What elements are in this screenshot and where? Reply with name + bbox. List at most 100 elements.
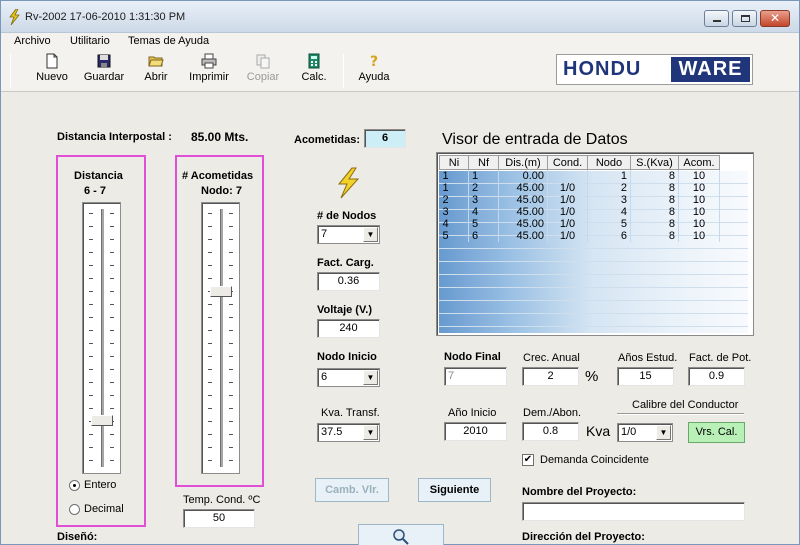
chevron-down-icon[interactable]: ▼ xyxy=(363,425,378,440)
logo-text-ware: WARE xyxy=(671,57,750,82)
guardar-button[interactable]: Guardar xyxy=(81,53,127,89)
cell-nodo: 6 xyxy=(587,230,631,242)
slider-tick xyxy=(208,213,212,214)
siguiente-button[interactable]: Siguiente xyxy=(418,478,491,502)
table-row[interactable]: 4 5 45.00 1/0 5 8 10 xyxy=(439,218,720,230)
slider-tick xyxy=(110,213,114,214)
chevron-down-icon[interactable]: ▼ xyxy=(656,425,671,440)
slider-tick xyxy=(89,239,93,240)
dem-abon-field[interactable]: 0.8 xyxy=(522,422,579,441)
column-header[interactable]: Nodo xyxy=(587,155,631,170)
ano-inicio-field[interactable]: 2010 xyxy=(444,422,507,441)
imprimir-button[interactable]: Imprimir xyxy=(184,53,234,89)
chevron-down-icon[interactable]: ▼ xyxy=(363,370,378,385)
visor-grid[interactable]: Ni Nf Dis.(m) Cond. Nodo S.(Kva) Acom. 1… xyxy=(436,152,754,336)
acometidas-panel-title: # Acometidas xyxy=(182,170,254,182)
copiar-button[interactable]: Copiar xyxy=(240,53,286,89)
cell-ni: 3 xyxy=(439,206,469,218)
nodo-inicio-select[interactable]: 6 ▼ xyxy=(317,368,380,387)
nombre-proyecto-field[interactable] xyxy=(522,502,745,521)
vrs-cal-button[interactable]: Vrs. Cal. xyxy=(688,422,745,443)
slider-tick xyxy=(89,369,93,370)
kva-transf-select[interactable]: 37.5 ▼ xyxy=(317,423,380,442)
voltaje-field[interactable]: 240 xyxy=(317,319,380,338)
slider-tick xyxy=(110,356,114,357)
acometidas-slider[interactable] xyxy=(201,202,240,474)
visor-table: Ni Nf Dis.(m) Cond. Nodo S.(Kva) Acom. 1… xyxy=(439,155,720,242)
nuevo-button[interactable]: Nuevo xyxy=(29,53,75,89)
slider-tick xyxy=(208,356,212,357)
close-button[interactable]: ✕ xyxy=(760,10,790,27)
column-header[interactable]: Dis.(m) xyxy=(498,155,548,170)
nodo-final-field: 7 xyxy=(444,367,507,386)
chevron-down-icon[interactable]: ▼ xyxy=(363,227,378,242)
nodos-value: 7 xyxy=(321,228,328,240)
acometidas-field[interactable]: 6 xyxy=(364,129,406,148)
slider-tick xyxy=(110,304,114,305)
cell-kva: 8 xyxy=(630,194,679,206)
temp-label: Temp. Cond. ºC xyxy=(183,494,261,506)
distancia-slider-thumb[interactable] xyxy=(91,415,113,426)
decimal-radio[interactable] xyxy=(69,504,80,515)
fact-pot-field[interactable]: 0.9 xyxy=(688,367,745,386)
calc-button[interactable]: Calc. xyxy=(291,53,337,89)
slider-tick xyxy=(229,239,233,240)
table-row[interactable]: 3 4 45.00 1/0 4 8 10 xyxy=(439,206,720,218)
column-header[interactable]: S.(Kva) xyxy=(630,155,679,170)
cell-nodo: 3 xyxy=(587,194,631,206)
slider-tick xyxy=(229,304,233,305)
diseno-label: Diseñó: xyxy=(57,531,98,543)
column-header[interactable]: Nf xyxy=(468,155,499,170)
entero-radio[interactable] xyxy=(69,480,80,491)
table-row[interactable]: 1 1 0.00 1 8 10 xyxy=(439,169,720,182)
abrir-button[interactable]: Abrir xyxy=(133,53,179,89)
cell-dis: 45.00 xyxy=(498,206,548,218)
nodo-inicio-value: 6 xyxy=(321,371,328,383)
camb-vlr-button[interactable]: Camb. Vlr. xyxy=(315,478,389,502)
slider-tick xyxy=(110,343,114,344)
minimize-button[interactable] xyxy=(704,10,729,27)
table-row[interactable]: 5 6 45.00 1/0 6 8 10 xyxy=(439,230,720,242)
ayuda-button[interactable]: ? Ayuda xyxy=(351,53,397,89)
slider-tick xyxy=(208,343,212,344)
anos-estud-field[interactable]: 15 xyxy=(617,367,674,386)
table-row[interactable]: 1 2 45.00 1/0 2 8 10 xyxy=(439,182,720,194)
fact-carg-field[interactable]: 0.36 xyxy=(317,272,380,291)
cell-acom: 10 xyxy=(678,218,720,230)
cell-cond xyxy=(547,169,588,182)
menu-archivo[interactable]: Archivo xyxy=(14,35,51,47)
calibre-select[interactable]: 1/0 ▼ xyxy=(617,423,673,442)
title-bar: Rv-2002 17-06-2010 1:31:30 PM ✕ xyxy=(1,1,799,33)
cell-acom: 10 xyxy=(678,182,720,194)
cell-nf: 5 xyxy=(468,218,499,230)
table-row[interactable]: 2 3 45.00 1/0 3 8 10 xyxy=(439,194,720,206)
column-header[interactable]: Acom. xyxy=(678,155,720,170)
temp-field[interactable]: 50 xyxy=(183,509,255,528)
nodos-label: # de Nodos xyxy=(317,210,377,222)
demanda-checkbox[interactable]: ✔ xyxy=(522,454,534,466)
maximize-button[interactable] xyxy=(732,10,757,27)
acometidas-slider-thumb[interactable] xyxy=(210,286,232,297)
nodo-final-label: Nodo Final xyxy=(444,351,501,363)
slider-tick xyxy=(89,460,93,461)
calibre-label: Calibre del Conductor xyxy=(632,399,739,411)
search-button[interactable] xyxy=(358,524,444,545)
menu-temas-de-ayuda[interactable]: Temas de Ayuda xyxy=(128,35,209,47)
slider-tick xyxy=(89,226,93,227)
cell-cond: 1/0 xyxy=(547,182,588,194)
nodos-select[interactable]: 7 ▼ xyxy=(317,225,380,244)
menu-utilitario[interactable]: Utilitario xyxy=(70,35,110,47)
honduware-logo: HONDU WARE xyxy=(556,54,753,85)
slider-tick xyxy=(110,408,114,409)
cell-cond: 1/0 xyxy=(547,218,588,230)
slider-tick xyxy=(229,369,233,370)
close-icon: ✕ xyxy=(769,11,781,25)
cell-nf: 4 xyxy=(468,206,499,218)
guardar-label: Guardar xyxy=(83,71,125,83)
fact-carg-label: Fact. Carg. xyxy=(317,257,374,269)
column-header[interactable]: Ni xyxy=(439,155,469,170)
crec-anual-field[interactable]: 2 xyxy=(522,367,579,386)
column-header[interactable]: Cond. xyxy=(547,155,588,170)
cell-nf: 2 xyxy=(468,182,499,194)
distancia-slider[interactable] xyxy=(82,202,121,474)
